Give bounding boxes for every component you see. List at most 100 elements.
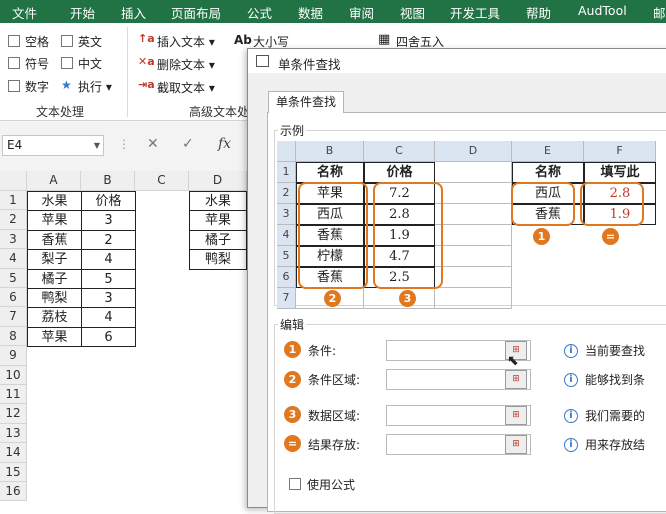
table-cell[interactable]: 5 bbox=[81, 268, 136, 289]
table-cell[interactable]: 香蕉 bbox=[27, 229, 82, 251]
highlight-condition-range bbox=[298, 182, 368, 289]
column-header-c[interactable]: C bbox=[135, 171, 189, 191]
field-badge-3: 3 bbox=[284, 406, 301, 423]
checkbox-symbol[interactable] bbox=[8, 57, 20, 69]
edit-label: 编辑 bbox=[278, 316, 307, 333]
insert-text-label: 插入文本 bbox=[157, 35, 206, 49]
row-header[interactable]: 3 bbox=[0, 229, 27, 250]
group-advanced-text: 高级文本处 bbox=[189, 105, 250, 119]
row-header[interactable]: 9 bbox=[0, 346, 27, 366]
menu-review[interactable]: 审阅 bbox=[349, 3, 374, 22]
row-header[interactable]: 7 bbox=[0, 307, 27, 327]
row-header[interactable]: 11 bbox=[0, 385, 27, 405]
menu-mail[interactable]: 邮 bbox=[653, 3, 666, 22]
dialog-app-icon bbox=[256, 55, 269, 67]
checkbox-english[interactable] bbox=[61, 35, 73, 47]
table-cell[interactable]: 4 bbox=[81, 249, 136, 270]
row-header[interactable]: 5 bbox=[0, 268, 27, 288]
row-header[interactable]: 12 bbox=[0, 404, 27, 424]
table-cell[interactable]: 3 bbox=[81, 288, 136, 309]
confirm-icon[interactable]: ✓ bbox=[182, 136, 194, 152]
row-header[interactable]: 2 bbox=[0, 210, 27, 230]
menu-audtool[interactable]: AudTool bbox=[578, 3, 627, 18]
condition-range-label: 条件区域: bbox=[308, 373, 361, 387]
menu-insert[interactable]: 插入 bbox=[121, 3, 146, 22]
insert-text-button[interactable]: 插入文本 ▾ bbox=[157, 33, 215, 50]
menu-developer[interactable]: 开发工具 bbox=[450, 3, 500, 22]
menu-help[interactable]: 帮助 bbox=[526, 3, 551, 22]
row-header[interactable]: 1 bbox=[0, 191, 27, 211]
condition-range-area-picker-icon[interactable]: ⊞ bbox=[505, 370, 527, 389]
row-header[interactable]: 8 bbox=[0, 326, 27, 347]
data-range-picker-icon[interactable]: ⊞ bbox=[505, 406, 527, 425]
checkbox-chinese[interactable] bbox=[61, 57, 73, 69]
checkbox-space[interactable] bbox=[8, 35, 20, 47]
example-row-header: 1 bbox=[277, 162, 296, 183]
info-icon: i bbox=[564, 344, 578, 358]
result-location-picker-icon[interactable]: ⊞ bbox=[505, 435, 527, 454]
row-header[interactable]: 6 bbox=[0, 288, 27, 308]
row-header[interactable]: 10 bbox=[0, 365, 27, 385]
checkbox-number[interactable] bbox=[8, 80, 20, 92]
dialog-title: 单条件查找 bbox=[278, 57, 341, 72]
menu-home[interactable]: 开始 bbox=[70, 3, 95, 22]
example-cell bbox=[435, 267, 512, 288]
menu-formulas[interactable]: 公式 bbox=[247, 3, 272, 22]
table-cell[interactable]: 苹果 bbox=[27, 326, 82, 348]
example-row-header: 6 bbox=[277, 267, 296, 288]
table-cell[interactable]: 价格 bbox=[81, 191, 136, 212]
table-cell[interactable]: 鸭梨 bbox=[189, 249, 247, 270]
select-all-corner[interactable] bbox=[0, 171, 27, 191]
table-cell[interactable]: 苹果 bbox=[27, 210, 82, 231]
tab-single-condition-lookup[interactable]: 单条件查找 bbox=[268, 91, 344, 113]
field-badge-1: 1 bbox=[284, 341, 301, 358]
table-cell[interactable]: 橘子 bbox=[189, 229, 247, 251]
example-cell bbox=[435, 204, 512, 225]
table-cell[interactable]: 鸭梨 bbox=[27, 288, 82, 309]
menu-bar: 文件 开始 插入 页面布局 公式 数据 审阅 视图 开发工具 帮助 AudToo… bbox=[0, 0, 666, 23]
example-column-header: F bbox=[584, 141, 656, 162]
row-header[interactable]: 15 bbox=[0, 462, 27, 482]
example-column-header: D bbox=[435, 141, 512, 162]
row-header[interactable]: 16 bbox=[0, 482, 27, 502]
table-cell[interactable]: 3 bbox=[81, 210, 136, 231]
fx-icon[interactable]: fx bbox=[218, 136, 231, 152]
table-cell[interactable]: 水果 bbox=[27, 191, 82, 212]
table-cell[interactable]: 水果 bbox=[189, 191, 247, 212]
menu-page-layout[interactable]: 页面布局 bbox=[171, 3, 221, 22]
execute-button[interactable]: 执行 ▾ bbox=[78, 78, 112, 95]
menu-view[interactable]: 视图 bbox=[400, 3, 425, 22]
name-box[interactable]: E4 bbox=[2, 135, 104, 156]
highlight-data-range bbox=[373, 182, 443, 289]
table-cell[interactable]: 4 bbox=[81, 307, 136, 328]
extract-text-button[interactable]: 截取文本 ▾ bbox=[157, 79, 215, 96]
field-badge-eq: = bbox=[284, 435, 301, 452]
row-header[interactable]: 4 bbox=[0, 249, 27, 269]
table-cell[interactable]: 2 bbox=[81, 229, 136, 251]
table-cell[interactable]: 橘子 bbox=[27, 268, 82, 289]
column-header-b[interactable]: B bbox=[81, 171, 135, 191]
group-text-processing: 文本处理 bbox=[36, 105, 85, 119]
label-english: 英文 bbox=[78, 35, 103, 49]
example-corner bbox=[277, 141, 296, 162]
example-badge-1: 1 bbox=[533, 228, 550, 245]
table-cell[interactable]: 苹果 bbox=[189, 210, 247, 231]
label-symbol: 符号 bbox=[25, 57, 50, 71]
mouse-cursor-icon: ⬉ bbox=[507, 353, 519, 369]
delete-text-button[interactable]: 删除文本 ▾ bbox=[157, 56, 215, 73]
row-header[interactable]: 13 bbox=[0, 423, 27, 444]
name-box-dropdown-icon[interactable]: ▼ bbox=[91, 135, 103, 156]
use-formula-checkbox[interactable] bbox=[289, 478, 301, 490]
info-icon: i bbox=[564, 409, 578, 423]
table-cell[interactable]: 6 bbox=[81, 326, 136, 348]
table-cell[interactable]: 荔枝 bbox=[27, 307, 82, 328]
table-cell[interactable]: 梨子 bbox=[27, 249, 82, 270]
example-row-header: 4 bbox=[277, 225, 296, 246]
row-header[interactable]: 14 bbox=[0, 443, 27, 463]
menu-file[interactable]: 文件 bbox=[12, 3, 37, 22]
menu-data[interactable]: 数据 bbox=[298, 3, 323, 22]
column-header-a[interactable]: A bbox=[27, 171, 81, 191]
column-header-d[interactable]: D bbox=[189, 171, 247, 191]
cancel-icon[interactable]: ✕ bbox=[147, 136, 159, 152]
delete-text-icon: ✕a bbox=[138, 55, 155, 68]
